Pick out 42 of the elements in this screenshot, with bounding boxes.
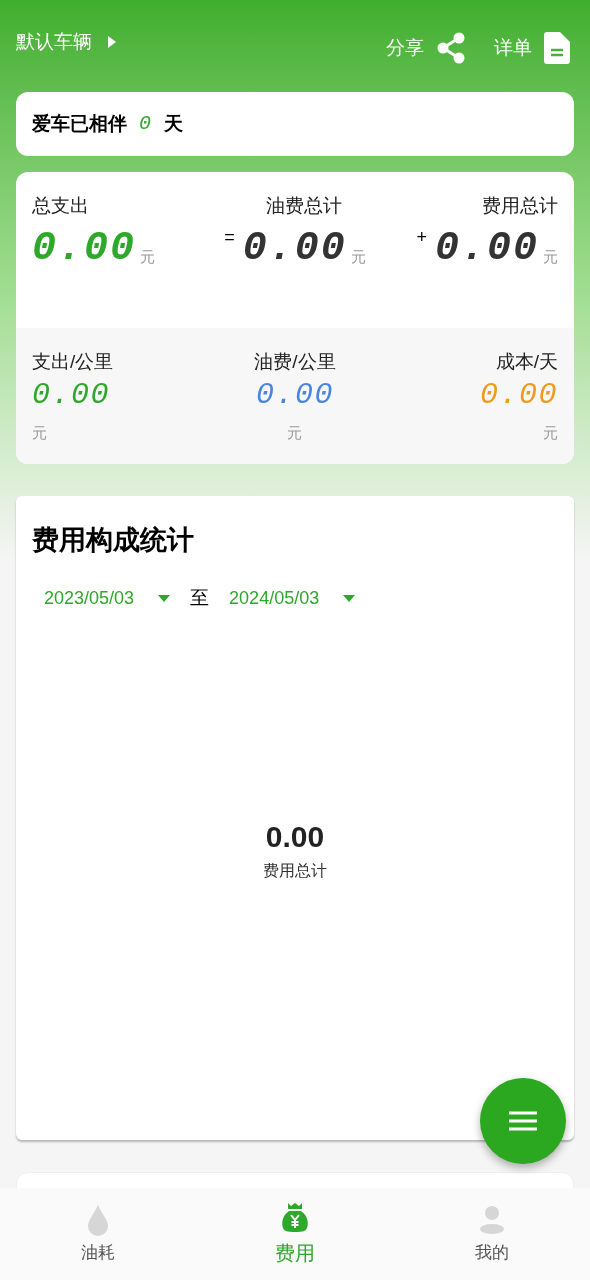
rate-label: 成本/天 <box>495 350 558 374</box>
currency-unit: 元 <box>543 247 558 267</box>
vehicle-selector[interactable]: 默认车辆 <box>16 27 116 57</box>
companion-unit: 天 <box>164 111 183 136</box>
range-separator: 至 <box>190 585 210 610</box>
money-bag-icon <box>280 1200 310 1234</box>
share-button[interactable]: 分享 <box>386 32 466 64</box>
document-icon <box>544 32 570 64</box>
menu-icon <box>509 1111 537 1131</box>
total-value: 0.00 <box>242 228 347 269</box>
rate-value: 0.00 <box>479 376 558 414</box>
currency-unit: 元 <box>543 423 558 443</box>
rate-value: 0.00 <box>256 376 334 414</box>
total-label: 总支出 <box>32 194 89 218</box>
total-label: 油费总计 <box>266 194 343 218</box>
caret-icon <box>108 36 116 48</box>
currency-unit: 元 <box>32 423 47 443</box>
caret-down-icon <box>343 594 356 602</box>
nav-tab[interactable]: 费用 <box>196 1188 394 1280</box>
stats-title: 费用构成统计 <box>32 524 195 557</box>
rate-label: 支出/公里 <box>32 350 114 374</box>
rate-label: 油费/公里 <box>254 350 336 374</box>
total-value: 0.00 <box>434 228 539 269</box>
chart-total-label: 费用总计 <box>263 860 327 881</box>
rate-value: 0.00 <box>32 376 110 414</box>
share-icon <box>436 32 466 64</box>
currency-unit: 元 <box>350 247 366 267</box>
details-button[interactable]: 详单 <box>494 32 570 64</box>
total-label: 费用总计 <box>482 194 558 218</box>
currency-unit: 元 <box>287 423 303 443</box>
caret-down-icon <box>158 594 171 602</box>
companion-days: 0 <box>139 109 152 139</box>
operator-sign: = <box>224 226 235 249</box>
total-value: 0.00 <box>32 228 136 269</box>
chart-total-value: 0.00 <box>265 818 325 855</box>
nav-tab[interactable]: 油耗 <box>0 1188 197 1280</box>
operator-sign: + <box>416 226 427 249</box>
end-date-dropdown[interactable]: 2024/05/03 <box>217 576 368 620</box>
currency-unit: 元 <box>140 247 155 267</box>
start-date-dropdown[interactable]: 2023/05/03 <box>32 576 183 620</box>
companion-label: 爱车已相伴 <box>32 111 127 136</box>
nav-tab[interactable]: 我的 <box>393 1188 590 1280</box>
